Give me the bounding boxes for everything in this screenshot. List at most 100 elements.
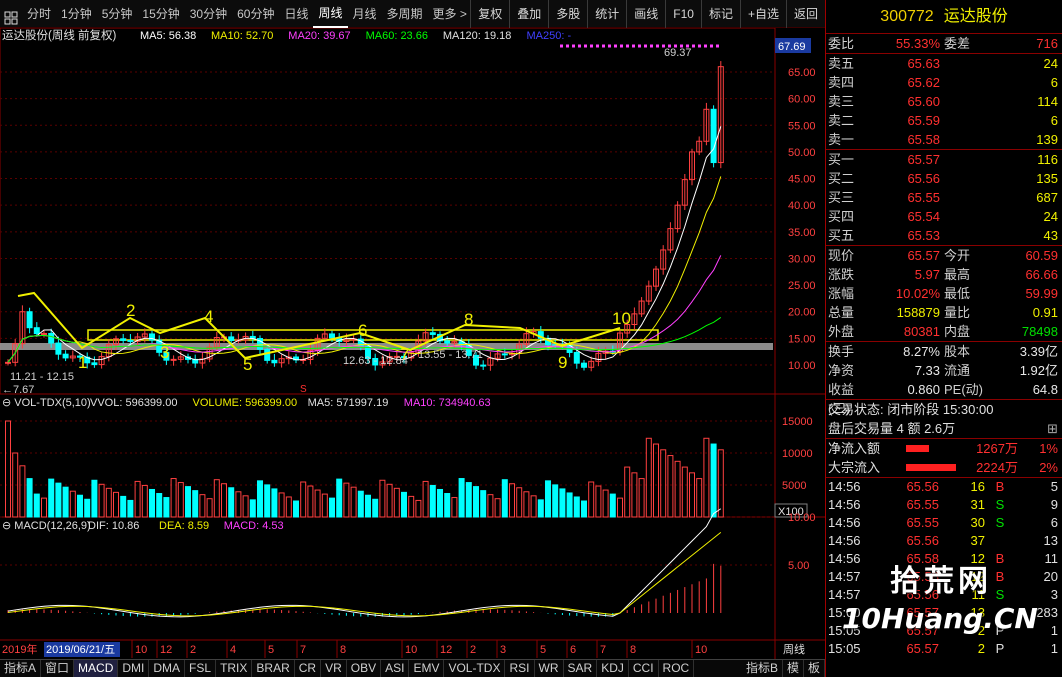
volume-bar xyxy=(357,490,364,518)
indicator-tab[interactable]: ASI xyxy=(381,660,410,677)
bid-row[interactable]: 买二 65.56 135 xyxy=(826,169,1062,188)
period-5min[interactable]: 5分钟 xyxy=(97,0,138,28)
volume-title: ⊖ VOL-TDX(5,10) xyxy=(2,397,91,409)
indicator-tab[interactable]: TRIX xyxy=(216,660,253,677)
overlay-button[interactable]: 叠加 xyxy=(509,0,548,28)
adjust-button[interactable]: 复权 xyxy=(470,0,509,28)
stat-row: 净资 7.33 流通 1.92亿 xyxy=(828,363,1058,378)
volume-bar xyxy=(458,478,465,518)
multi-stock-button[interactable]: 多股 xyxy=(548,0,587,28)
indicator-tab[interactable]: MACD xyxy=(74,660,119,677)
bid-row[interactable]: 买一 65.57 116 xyxy=(826,150,1062,169)
period-60min[interactable]: 60分钟 xyxy=(232,0,279,28)
indicator-tab[interactable]: 模 xyxy=(783,660,804,677)
tick-list[interactable]: 14:56 65.56 16 B 5 14:56 65.55 31 S 9 14:56 65.55 30… xyxy=(826,478,1062,658)
wave-label: 8 xyxy=(464,310,473,329)
volume-bar xyxy=(33,493,40,518)
indicator-tab[interactable]: 指标A xyxy=(0,660,42,677)
mark-button[interactable]: 标记 xyxy=(700,0,740,28)
indicator-tabs: 指标A 窗口 MACD DMI DMA FSL TRIX BRAR CR VR OBV ASI EMV V… xyxy=(0,659,825,677)
indicator-tab[interactable]: VOL-TDX xyxy=(444,660,506,677)
stock-terminal: 分时 1分钟 5分钟 15分钟 30分钟 60分钟 日线 周线 月线 多周期 更… xyxy=(0,0,1062,677)
volume-bar xyxy=(552,484,559,518)
add-watchlist-button[interactable]: +自选 xyxy=(739,0,786,28)
wave-label: 2 xyxy=(126,301,135,320)
candle-body xyxy=(91,362,98,366)
collapse-icon[interactable]: ⊖ xyxy=(2,397,14,409)
volume-bar xyxy=(487,494,494,518)
indicator-tab[interactable]: RSI xyxy=(505,660,535,677)
volume-bar xyxy=(329,497,335,518)
ask-row[interactable]: 卖一 65.58 139 xyxy=(826,130,1062,149)
period-15min[interactable]: 15分钟 xyxy=(137,0,184,28)
draw-line-button[interactable]: 画线 xyxy=(626,0,665,28)
dividend-marker-icon[interactable]: S xyxy=(300,384,307,395)
indicator-tab[interactable]: CCI xyxy=(629,660,659,677)
period-multi[interactable]: 多周期 xyxy=(382,0,428,28)
volume-bar xyxy=(235,491,242,518)
time-label: 7 xyxy=(600,644,606,656)
volume-bar xyxy=(285,496,292,518)
legend-item: MA5: 56.38 xyxy=(140,30,196,42)
indicator-tab[interactable]: VR xyxy=(321,660,347,677)
volume-bar xyxy=(26,478,33,518)
indicator-tab[interactable]: BRAR xyxy=(252,660,295,677)
price-tick: 40.00 xyxy=(788,200,816,212)
bid-row[interactable]: 买三 65.55 687 xyxy=(826,188,1062,207)
volume-bar xyxy=(228,487,235,518)
volume-tick: 10000 xyxy=(782,448,813,460)
indicator-tab[interactable]: DMA xyxy=(149,660,186,677)
indicator-tab[interactable]: CR xyxy=(295,660,322,677)
volume-tick: 15000 xyxy=(782,416,813,428)
tick-row: 15:05 65.57 2 P 1 xyxy=(828,641,1058,656)
flow-bar xyxy=(906,464,956,471)
indicator-tab[interactable]: KDJ xyxy=(597,660,629,677)
period-intraday[interactable]: 分时 xyxy=(22,0,56,28)
period-monthly[interactable]: 月线 xyxy=(348,0,382,28)
expand-icon[interactable]: ⊞ xyxy=(1047,419,1058,438)
indicator-tab[interactable]: SAR xyxy=(564,660,598,677)
ask-row[interactable]: 卖二 65.59 6 xyxy=(826,111,1062,130)
volume-bar xyxy=(69,490,76,518)
time-label: 12 xyxy=(440,644,452,656)
statistics-button[interactable]: 统计 xyxy=(587,0,626,28)
capital-flows: 净流入额 1267万 1% 大宗流入 2224万 2% xyxy=(826,439,1062,477)
volume-bar xyxy=(480,490,487,518)
indicator-tab[interactable]: EMV xyxy=(409,660,445,677)
period-more[interactable]: 更多 > xyxy=(428,0,472,28)
bid-row[interactable]: 买五 65.53 43 xyxy=(826,226,1062,245)
ask-row[interactable]: 卖三 65.60 114 xyxy=(826,92,1062,111)
collapse-icon[interactable]: ⊖ xyxy=(2,520,14,532)
volume-bar xyxy=(451,497,458,518)
bid-row[interactable]: 买四 65.54 24 xyxy=(826,207,1062,226)
period-1min[interactable]: 1分钟 xyxy=(56,0,97,28)
indicator-tab[interactable]: DMI xyxy=(118,660,150,677)
indicator-tab[interactable]: ROC xyxy=(659,660,695,677)
indicator-tab[interactable]: 板 xyxy=(804,660,825,677)
volume-bar xyxy=(537,499,544,518)
back-button[interactable]: 返回 xyxy=(785,0,825,28)
indicator-tab[interactable]: FSL xyxy=(185,660,217,677)
macd-tick: 5.00 xyxy=(788,560,809,572)
volume-bar xyxy=(530,495,537,518)
grid-menu-icon[interactable] xyxy=(2,5,20,25)
volume-bar xyxy=(185,486,191,518)
period-30min[interactable]: 30分钟 xyxy=(185,0,232,28)
quote-stats: 现价 65.57 今开 60.59 涨跌 5.97 最高 66.66 涨幅 10.02% 最低 59.… xyxy=(826,246,1062,341)
flow-bar-track xyxy=(904,439,974,458)
ask-row[interactable]: 卖四 65.62 6 xyxy=(826,73,1062,92)
indicator-tab[interactable]: OBV xyxy=(347,660,382,677)
volume-bar xyxy=(343,482,350,518)
kline-chart[interactable]: 65.0060.0055.0050.0045.0040.0035.0030.00… xyxy=(0,28,825,659)
indicator-tab[interactable]: 指标B xyxy=(742,660,783,677)
volume-bar xyxy=(523,491,530,518)
period-daily[interactable]: 日线 xyxy=(279,0,313,28)
volume-bar xyxy=(609,493,616,518)
time-label: 7 xyxy=(300,644,306,656)
f10-button[interactable]: F10 xyxy=(665,0,701,28)
stat-row: 总量 158879 量比 0.91 xyxy=(828,305,1058,320)
indicator-tab[interactable]: WR xyxy=(535,660,564,677)
period-weekly[interactable]: 周线 xyxy=(313,0,348,28)
ask-row[interactable]: 卖五 65.63 24 xyxy=(826,54,1062,73)
indicator-tab[interactable]: 窗口 xyxy=(41,660,75,677)
